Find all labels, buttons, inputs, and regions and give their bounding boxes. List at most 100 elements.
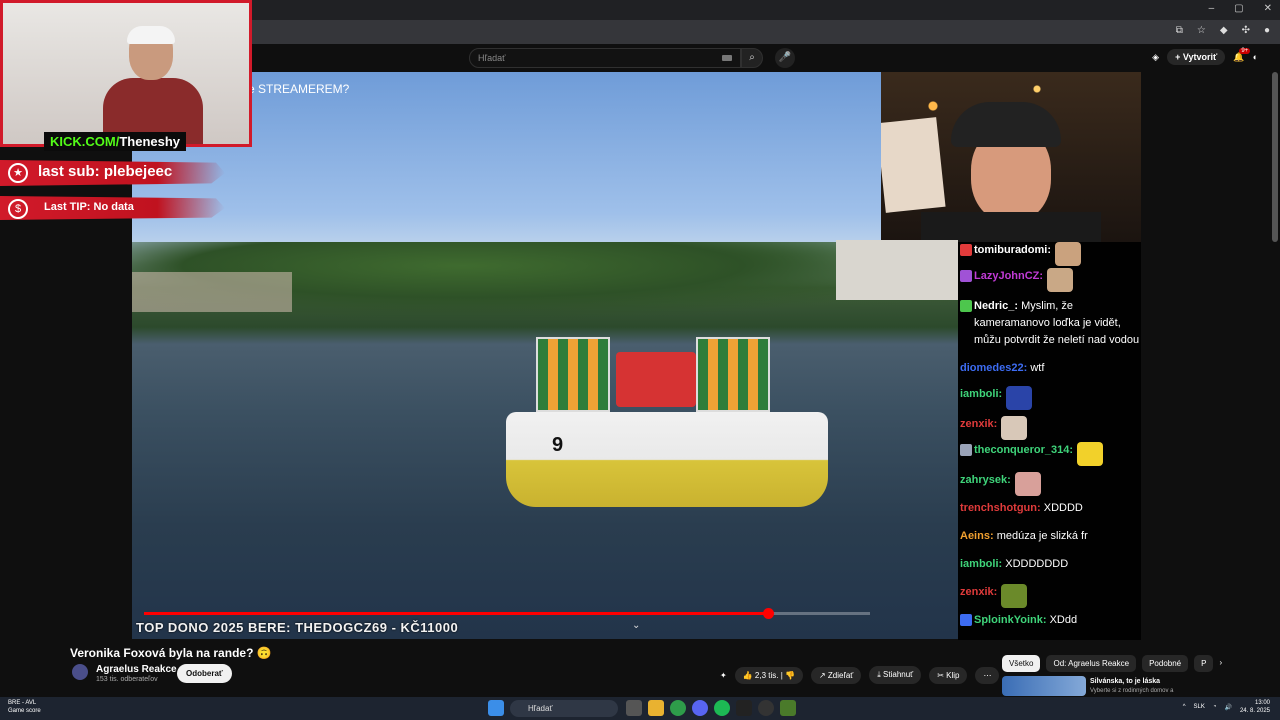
- reactor-shirt: [921, 212, 1101, 242]
- chat-badge-icon: [960, 244, 972, 256]
- chip-related[interactable]: Podobné: [1142, 655, 1189, 672]
- minimize-button[interactable]: –: [1209, 3, 1215, 14]
- cast-icon[interactable]: ◈: [1152, 52, 1159, 63]
- chrome-icon[interactable]: [670, 700, 686, 716]
- close-button[interactable]: ✕: [1264, 3, 1272, 14]
- widget-score[interactable]: BRE - AVL Game score: [8, 699, 41, 715]
- chat-username[interactable]: iamboli:: [960, 558, 1002, 570]
- chat-username[interactable]: zenxik:: [960, 418, 997, 430]
- taskbar-search-label: Hľadať: [528, 704, 553, 713]
- boat-number: 9: [552, 434, 564, 456]
- chevron-right-icon[interactable]: ›: [1219, 655, 1222, 672]
- last-sub-banner: ★ last sub: plebejeec: [0, 160, 225, 186]
- thumbs-down-icon[interactable]: 👎: [785, 671, 795, 680]
- channel-avatar[interactable]: [72, 664, 88, 680]
- search-button[interactable]: ⌕: [741, 48, 763, 68]
- subscribe-button[interactable]: Odoberať: [177, 664, 232, 683]
- star-icon[interactable]: ☆: [1197, 25, 1206, 36]
- browser-icon[interactable]: [758, 700, 774, 716]
- keyboard-icon[interactable]: [722, 55, 732, 61]
- more-actions-button[interactable]: ⋯: [975, 666, 1000, 684]
- chat-emote-icon: [1001, 584, 1028, 608]
- extension-icon[interactable]: ◆: [1220, 25, 1228, 36]
- chat-username[interactable]: SploinkYoink:: [974, 614, 1047, 626]
- chat-username[interactable]: theconqueror_314:: [974, 444, 1073, 456]
- chip-all[interactable]: Všetko: [1002, 655, 1041, 672]
- discord-icon[interactable]: [692, 700, 708, 716]
- taskbar-apps: [488, 700, 504, 716]
- riverside-restaurant: [836, 240, 958, 300]
- share-button[interactable]: ↗ Zdieľať: [810, 666, 862, 684]
- chat-username[interactable]: zenxik:: [960, 586, 997, 598]
- mic-icon: 🎤: [778, 52, 792, 63]
- wifi-icon[interactable]: ◔: [1213, 704, 1217, 710]
- chat-username[interactable]: trenchshotgun:: [960, 502, 1041, 514]
- volume-icon[interactable]: 🔊: [1224, 704, 1231, 711]
- video-player[interactable]: e STREAMEREM? 9 TOP DONO 2025 BERE: THED…: [132, 72, 958, 639]
- chat-username[interactable]: iamboli:: [960, 388, 1002, 400]
- progress-scrubber[interactable]: [763, 608, 775, 619]
- chat-message: theconqueror_314:: [960, 442, 1104, 466]
- kick-name: Theneshy: [119, 134, 181, 149]
- scrollbar[interactable]: [1272, 72, 1278, 242]
- maximize-button[interactable]: ▢: [1234, 3, 1243, 14]
- chevron-up-icon[interactable]: ^: [1183, 704, 1186, 710]
- create-button[interactable]: + Vytvoriť: [1167, 49, 1226, 65]
- like-button[interactable]: 👍 2,3 tis. | 👎: [734, 666, 803, 684]
- voice-search-button[interactable]: 🎤: [775, 48, 795, 68]
- reactor-facecam: [881, 72, 1141, 242]
- notifications-button[interactable]: 🔔 9+: [1233, 47, 1251, 63]
- score-subtitle: Game score: [8, 708, 41, 714]
- chat-message-body: LazyJohnCZ:: [974, 268, 1043, 285]
- chat-message: tomiburadomi:: [960, 242, 1081, 266]
- recommended-subtitle: Vyberte si z rodinných domov a: [1090, 688, 1174, 694]
- filter-chips: Všetko Od: Agraelus Reakce Podobné P ›: [1002, 655, 1222, 672]
- task-view-icon[interactable]: [626, 700, 642, 716]
- chat-username[interactable]: Aeins:: [960, 530, 994, 542]
- chat-message-body: theconqueror_314:: [974, 442, 1073, 459]
- chat-username[interactable]: Nedric_:: [974, 300, 1018, 312]
- app-icon[interactable]: [736, 700, 752, 716]
- profile-icon[interactable]: ●: [1264, 25, 1270, 36]
- recommended-video[interactable]: Silvánska, to je láska Vyberte si z rodi…: [1002, 676, 1202, 696]
- chat-message-body: zahrysek:: [960, 472, 1011, 489]
- chat-username[interactable]: LazyJohnCZ:: [974, 270, 1043, 282]
- puzzle-icon[interactable]: ✣: [1242, 25, 1250, 36]
- app2-icon[interactable]: [780, 700, 796, 716]
- sparkle-icon[interactable]: ✦: [720, 671, 727, 680]
- clock[interactable]: 13:00 24. 8. 2025: [1240, 699, 1270, 715]
- install-icon[interactable]: ⧉: [1176, 25, 1183, 36]
- chat-username[interactable]: diomedes22:: [960, 362, 1027, 374]
- dollar-icon: $: [8, 199, 28, 219]
- taskbar-search[interactable]: Hľadať: [510, 700, 618, 717]
- chat-message: SploinkYoink: XDdd: [960, 612, 1077, 629]
- account-avatar[interactable]: ◐: [1253, 52, 1258, 62]
- boat-cargo: [616, 352, 696, 407]
- chevron-down-icon[interactable]: ⌄: [632, 620, 640, 631]
- last-tip-text: Last TIP: No data: [44, 201, 134, 213]
- search-input[interactable]: Hľadať: [469, 48, 741, 68]
- recommended-thumbnail[interactable]: [1002, 676, 1086, 696]
- file-explorer-icon[interactable]: [648, 700, 664, 716]
- boat-hull: [506, 412, 828, 507]
- clock-time: 13:00: [1254, 700, 1270, 706]
- chip-from-channel[interactable]: Od: Agraelus Reakce: [1046, 655, 1137, 672]
- chat-username[interactable]: zahrysek:: [960, 474, 1011, 486]
- spotify-icon[interactable]: [714, 700, 730, 716]
- like-count: 2,3 tis.: [754, 670, 779, 680]
- download-button[interactable]: ⤓ Stiahnuť: [869, 666, 922, 684]
- chat-message-body: zenxik:: [960, 584, 997, 601]
- chat-message: iamboli: XDDDDDDD: [960, 556, 1068, 573]
- chat-username[interactable]: tomiburadomi:: [974, 244, 1051, 256]
- progress-bar[interactable]: [144, 608, 870, 619]
- chat-message-body: diomedes22: wtf: [960, 360, 1044, 377]
- channel-name[interactable]: Agraelus Reakce ✓: [96, 664, 188, 675]
- chip-more[interactable]: P: [1194, 655, 1214, 672]
- create-label: Vytvoriť: [1182, 52, 1218, 62]
- subscriber-count: 153 tis. odberateľov: [96, 676, 158, 683]
- share-icon: ↗: [818, 670, 826, 680]
- recommended-title[interactable]: Silvánska, to je láska: [1090, 678, 1160, 685]
- clip-button[interactable]: ✂ Klip: [929, 666, 968, 684]
- language-indicator[interactable]: SLK: [1194, 704, 1205, 710]
- windows-start-icon[interactable]: [488, 700, 504, 716]
